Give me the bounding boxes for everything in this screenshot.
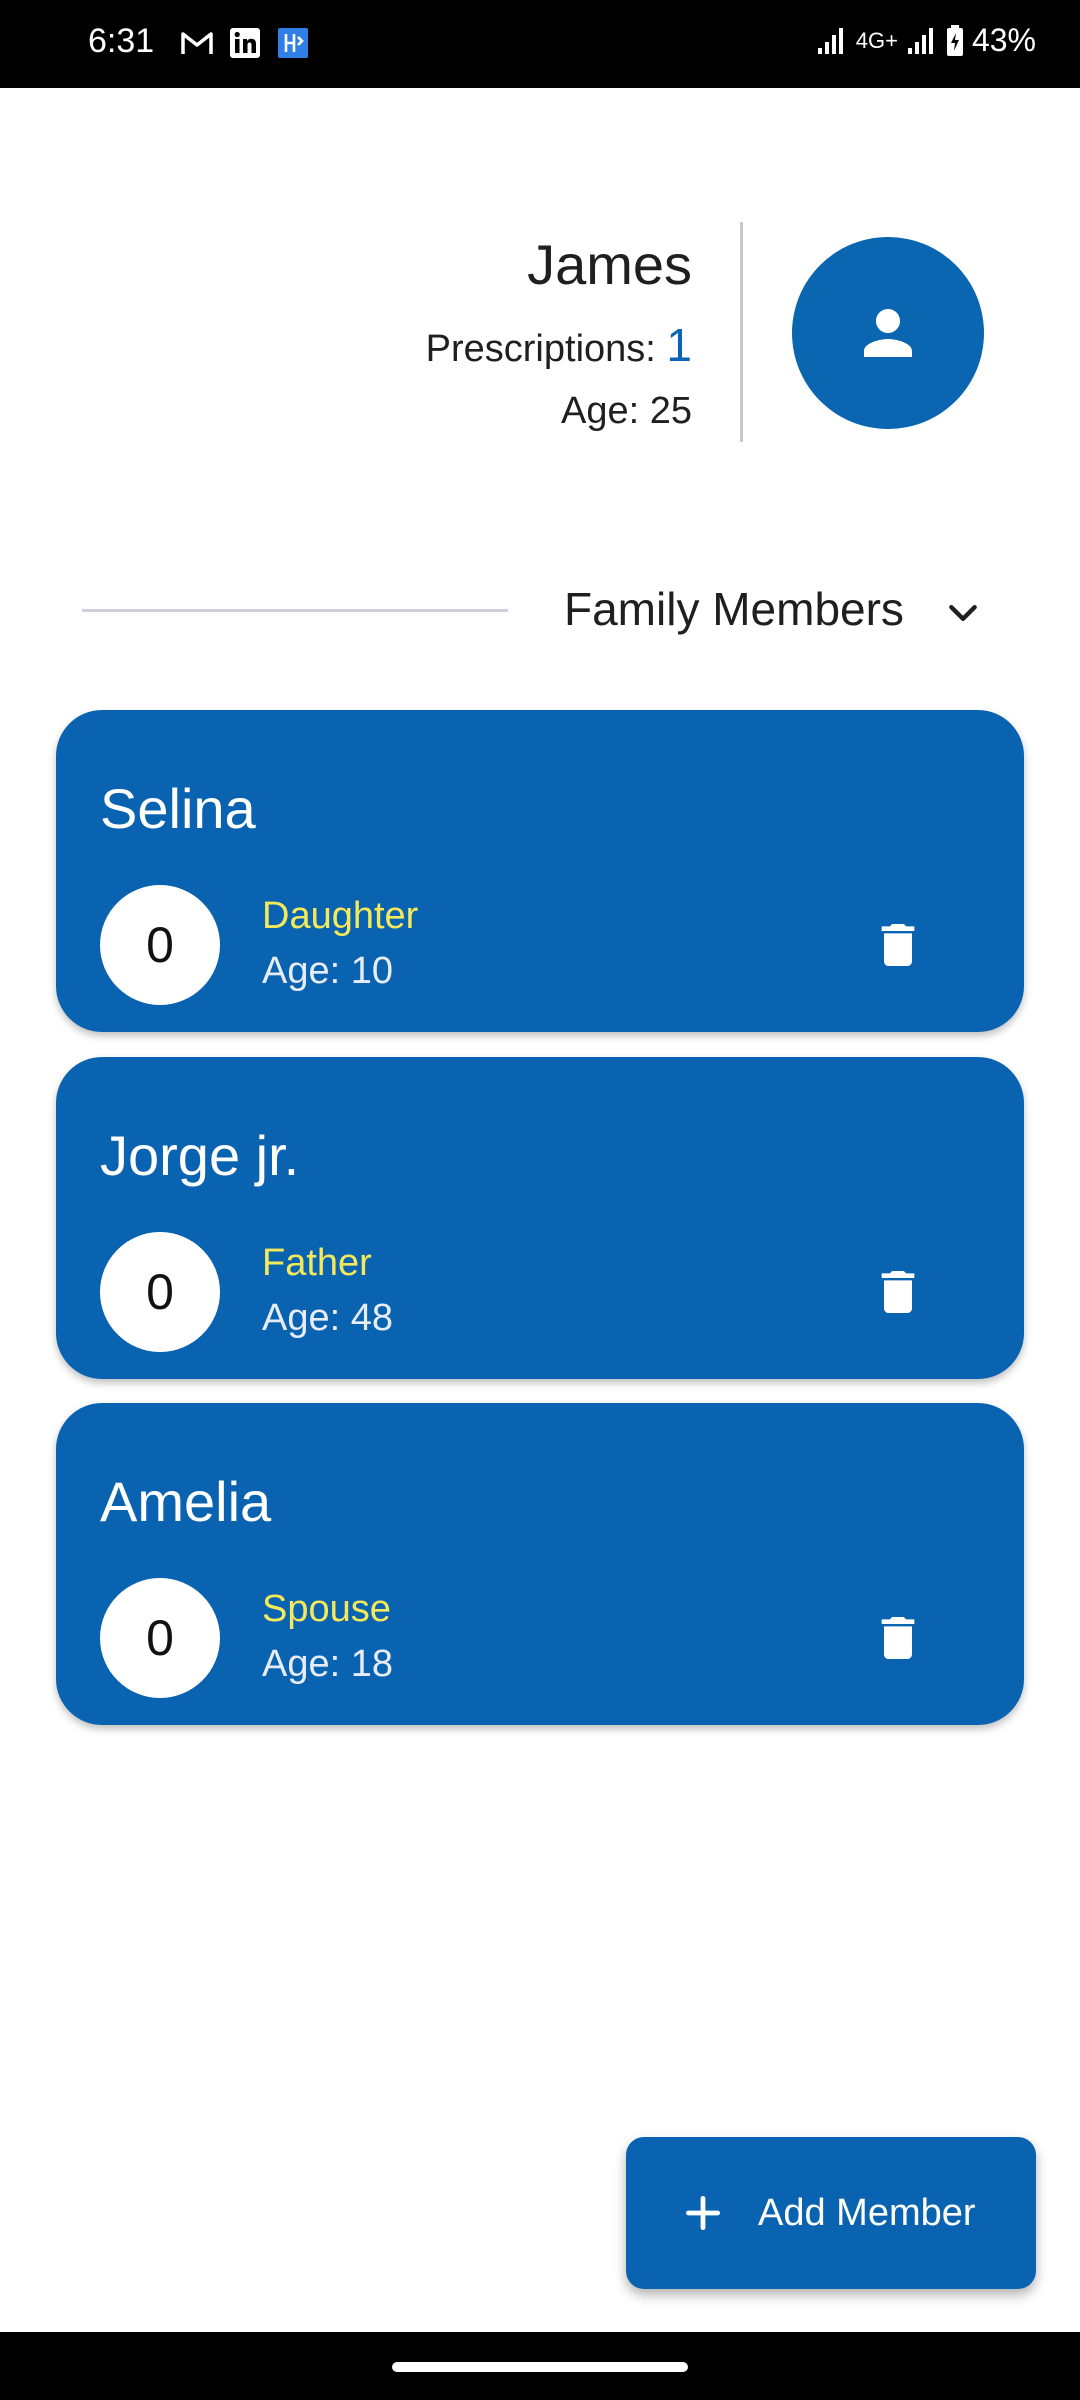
family-members-title[interactable]: Family Members xyxy=(564,582,904,636)
member-relation: Spouse xyxy=(262,1588,391,1630)
member-prescription-count: 0 xyxy=(100,1232,220,1352)
avatar[interactable] xyxy=(792,237,984,429)
home-indicator[interactable] xyxy=(392,2362,688,2372)
member-name: Selina xyxy=(100,777,256,840)
trash-icon xyxy=(881,924,915,966)
trash-icon xyxy=(881,1617,915,1659)
expand-button[interactable] xyxy=(938,588,988,638)
app-icon xyxy=(276,26,310,60)
gmail-icon xyxy=(180,26,214,60)
delete-member-button[interactable] xyxy=(868,1262,928,1322)
member-card[interactable]: Amelia 0 Spouse Age: 18 xyxy=(56,1403,1024,1725)
status-right: 4G+ 43% xyxy=(816,22,1036,59)
member-age: Age: 48 xyxy=(262,1297,393,1339)
notification-icons xyxy=(180,26,310,60)
member-relation: Father xyxy=(262,1242,372,1284)
delete-member-button[interactable] xyxy=(868,1608,928,1668)
delete-member-button[interactable] xyxy=(868,915,928,975)
battery-icon xyxy=(946,24,963,56)
member-prescription-count: 0 xyxy=(100,1578,220,1698)
member-card[interactable]: Jorge jr. 0 Father Age: 48 xyxy=(56,1057,1024,1379)
status-time: 6:31 xyxy=(88,22,155,60)
prescriptions-row: Prescriptions: 1 xyxy=(426,318,692,372)
chevron-down-icon xyxy=(949,605,977,621)
battery-percent: 43% xyxy=(971,22,1036,58)
profile-age: Age: 25 xyxy=(561,390,692,432)
member-card[interactable]: Selina 0 Daughter Age: 10 xyxy=(56,710,1024,1032)
network-type: 4G+ xyxy=(855,27,898,53)
member-name: Amelia xyxy=(100,1470,272,1533)
plus-icon xyxy=(678,2188,728,2238)
vertical-divider xyxy=(740,222,743,442)
member-age: Age: 18 xyxy=(262,1643,393,1685)
status-bar: 6:31 4G+ 43% xyxy=(0,0,1080,88)
member-age: Age: 10 xyxy=(262,950,393,992)
member-relation: Daughter xyxy=(262,895,419,937)
signal-icon-2 xyxy=(907,27,933,54)
add-member-label: Add Member xyxy=(758,2191,976,2234)
person-icon xyxy=(864,309,912,357)
prescriptions-label: Prescriptions: xyxy=(425,328,656,370)
navigation-bar xyxy=(0,2332,1080,2400)
member-name: Jorge jr. xyxy=(100,1124,300,1187)
signal-icon xyxy=(817,27,843,54)
linkedin-icon xyxy=(228,26,262,60)
profile-name: James xyxy=(527,233,692,296)
prescriptions-count: 1 xyxy=(666,319,692,371)
member-prescription-count: 0 xyxy=(100,885,220,1005)
trash-icon xyxy=(881,1271,915,1313)
section-divider xyxy=(82,609,508,612)
add-member-button[interactable]: Add Member xyxy=(626,2137,1036,2289)
